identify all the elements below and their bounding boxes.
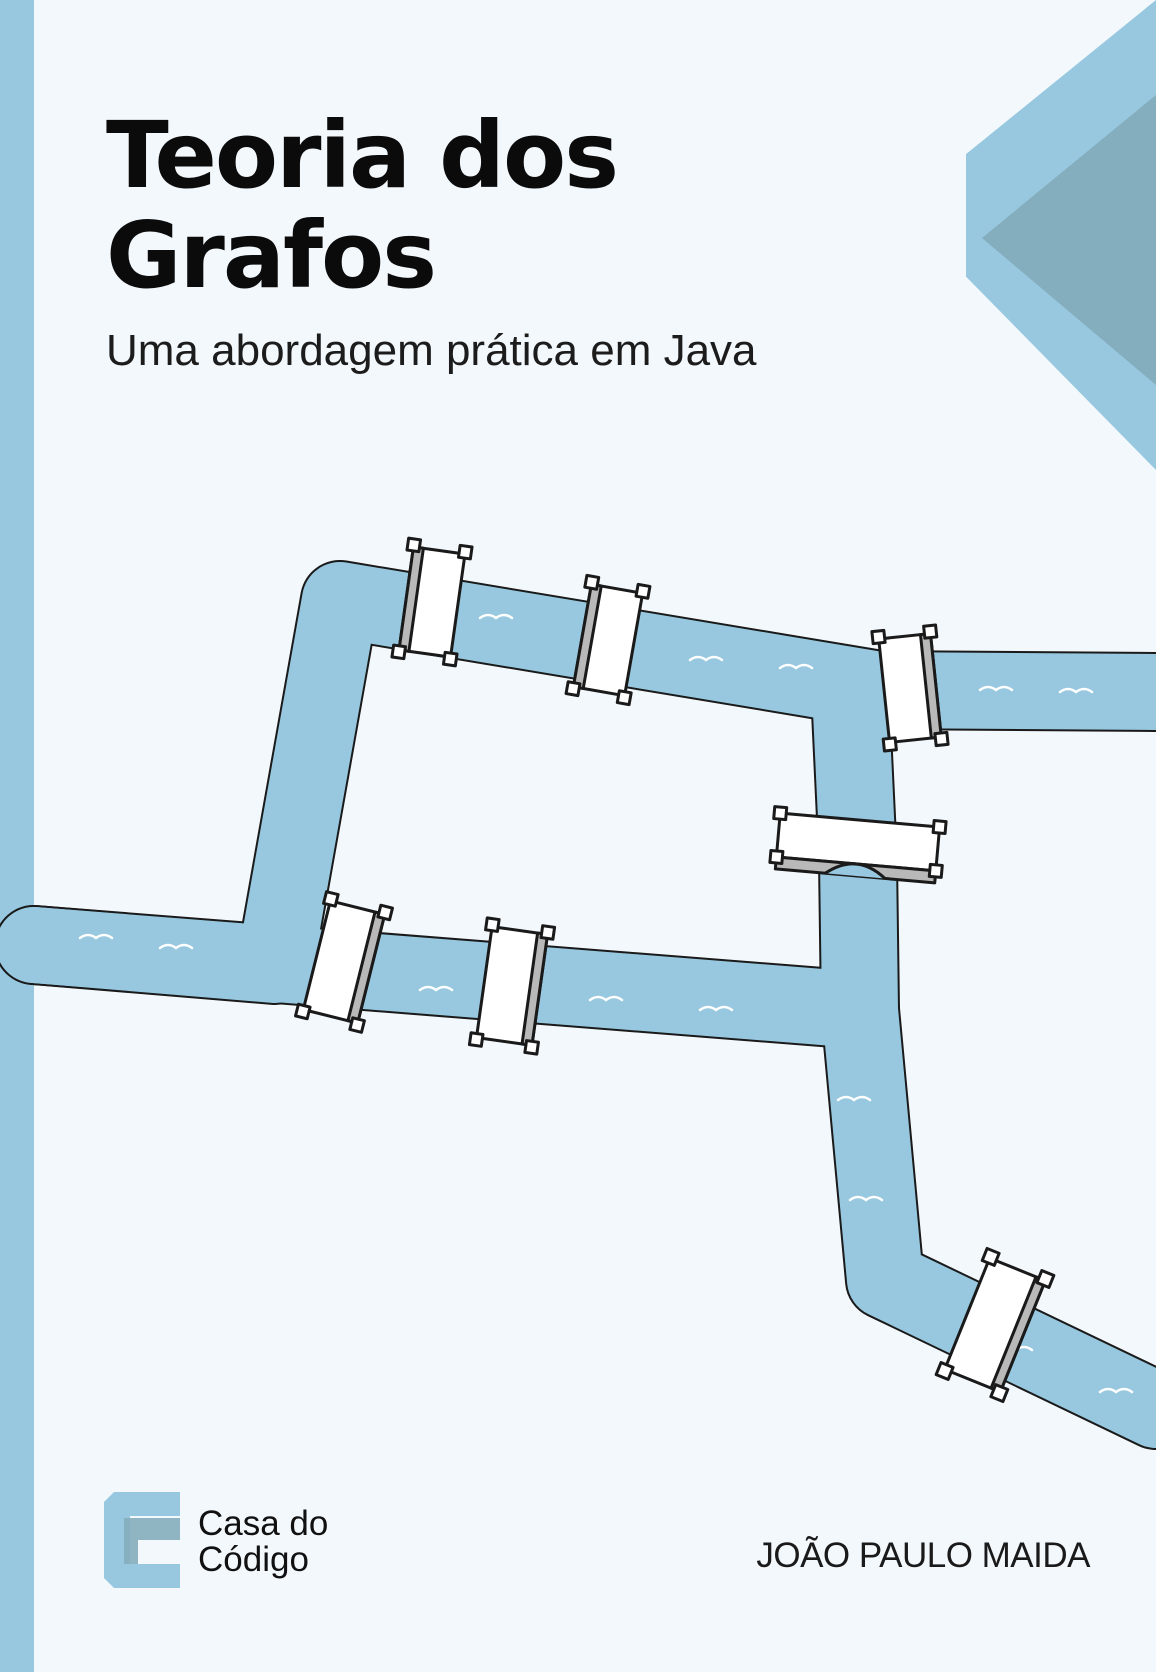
publisher-logo-icon xyxy=(104,1492,180,1588)
publisher-line-1: Casa do xyxy=(198,1504,329,1543)
publisher-line-2: Código xyxy=(198,1540,309,1579)
publisher-name: Casa do Código xyxy=(198,1506,328,1578)
author-name: JOÃO PAULO MAIDA xyxy=(756,1536,1090,1575)
river-bridges-illustration xyxy=(0,536,1156,1450)
